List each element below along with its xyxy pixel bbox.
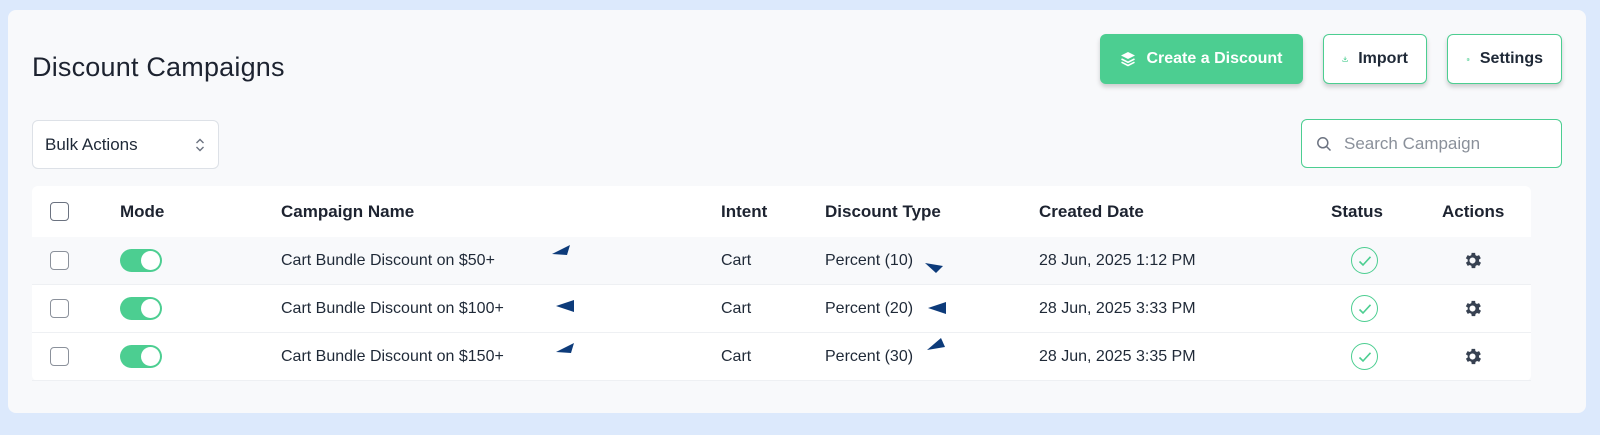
intent-value: Cart (721, 299, 752, 317)
row-checkbox[interactable] (50, 251, 69, 270)
created-date-value: 28 Jun, 2025 3:33 PM (1039, 299, 1196, 317)
pointer-marker (928, 302, 946, 314)
pointer-marker (927, 338, 945, 350)
check-circle-icon (1351, 247, 1378, 274)
column-actions: Actions (1442, 201, 1505, 221)
pointer-marker (556, 300, 574, 312)
table-row: Cart Bundle Discount on $150+ Cart Perce… (32, 333, 1531, 381)
create-discount-button[interactable]: Create a Discount (1100, 34, 1303, 84)
mode-cell (120, 285, 162, 332)
discount-type-value: Percent (30) (825, 347, 914, 365)
created-date-value: 28 Jun, 2025 3:35 PM (1039, 347, 1196, 365)
download-icon (1342, 56, 1348, 62)
campaigns-panel: Discount Campaigns Create a Discount Imp… (8, 10, 1586, 413)
import-label: Import (1358, 50, 1408, 67)
actions-cell (1462, 237, 1483, 284)
column-mode: Mode (120, 201, 165, 221)
column-created-date: Created Date (1039, 201, 1144, 221)
table-row: Cart Bundle Discount on $100+ Cart Perce… (32, 285, 1531, 333)
check-circle-icon (1351, 295, 1378, 322)
status-cell (1351, 333, 1378, 380)
bulk-actions-select[interactable]: Bulk Actions (32, 120, 219, 169)
stack-layers-icon (1121, 52, 1136, 67)
row-select-cell (50, 237, 69, 284)
pointer-marker (925, 263, 943, 273)
table-row: Cart Bundle Discount on $50+ Cart Percen… (32, 237, 1531, 285)
table-header: Mode Campaign Name Intent Discount Type … (32, 186, 1531, 237)
search-box (1301, 119, 1562, 168)
mode-toggle[interactable] (120, 345, 162, 368)
mode-toggle[interactable] (120, 297, 162, 320)
settings-label: Settings (1479, 50, 1543, 67)
actions-cell (1462, 333, 1483, 380)
intent-value: Cart (721, 347, 752, 365)
mode-cell (120, 333, 162, 380)
column-discount-type: Discount Type (825, 201, 941, 221)
bulk-actions-label: Bulk Actions (45, 134, 138, 154)
campaign-name: Cart Bundle Discount on $150+ (281, 347, 504, 365)
campaign-name: Cart Bundle Discount on $100+ (281, 299, 504, 317)
actions-cell (1462, 285, 1483, 332)
select-all-cell (50, 186, 69, 237)
create-discount-label: Create a Discount (1146, 50, 1283, 67)
check-circle-icon (1351, 343, 1378, 370)
gear-icon (1466, 57, 1470, 61)
status-cell (1351, 285, 1378, 332)
discount-type-value: Percent (10) (825, 251, 914, 269)
gear-icon[interactable] (1462, 298, 1483, 319)
pointer-marker (556, 343, 574, 353)
column-campaign-name: Campaign Name (281, 201, 415, 221)
page-title: Discount Campaigns (32, 52, 285, 82)
search-input[interactable] (1342, 132, 1542, 155)
campaigns-table: Mode Campaign Name Intent Discount Type … (32, 186, 1531, 381)
gear-icon[interactable] (1462, 346, 1483, 367)
created-date-value: 28 Jun, 2025 1:12 PM (1039, 251, 1196, 269)
column-intent: Intent (721, 201, 768, 221)
row-select-cell (50, 333, 69, 380)
status-cell (1351, 237, 1378, 284)
intent-value: Cart (721, 251, 752, 269)
row-select-cell (50, 285, 69, 332)
import-button[interactable]: Import (1323, 34, 1427, 84)
campaign-name: Cart Bundle Discount on $50+ (281, 251, 495, 269)
toolbar: Create a Discount Import Settings (1100, 34, 1562, 84)
pointer-marker (552, 245, 570, 255)
settings-button[interactable]: Settings (1447, 34, 1562, 84)
search-icon (1317, 136, 1332, 151)
column-status: Status (1331, 201, 1383, 221)
updown-chevron-icon (196, 138, 204, 151)
row-checkbox[interactable] (50, 299, 69, 318)
mode-toggle[interactable] (120, 249, 162, 272)
discount-type-value: Percent (20) (825, 299, 914, 317)
select-all-checkbox[interactable] (50, 202, 69, 221)
row-checkbox[interactable] (50, 347, 69, 366)
mode-cell (120, 237, 162, 284)
gear-icon[interactable] (1462, 250, 1483, 271)
